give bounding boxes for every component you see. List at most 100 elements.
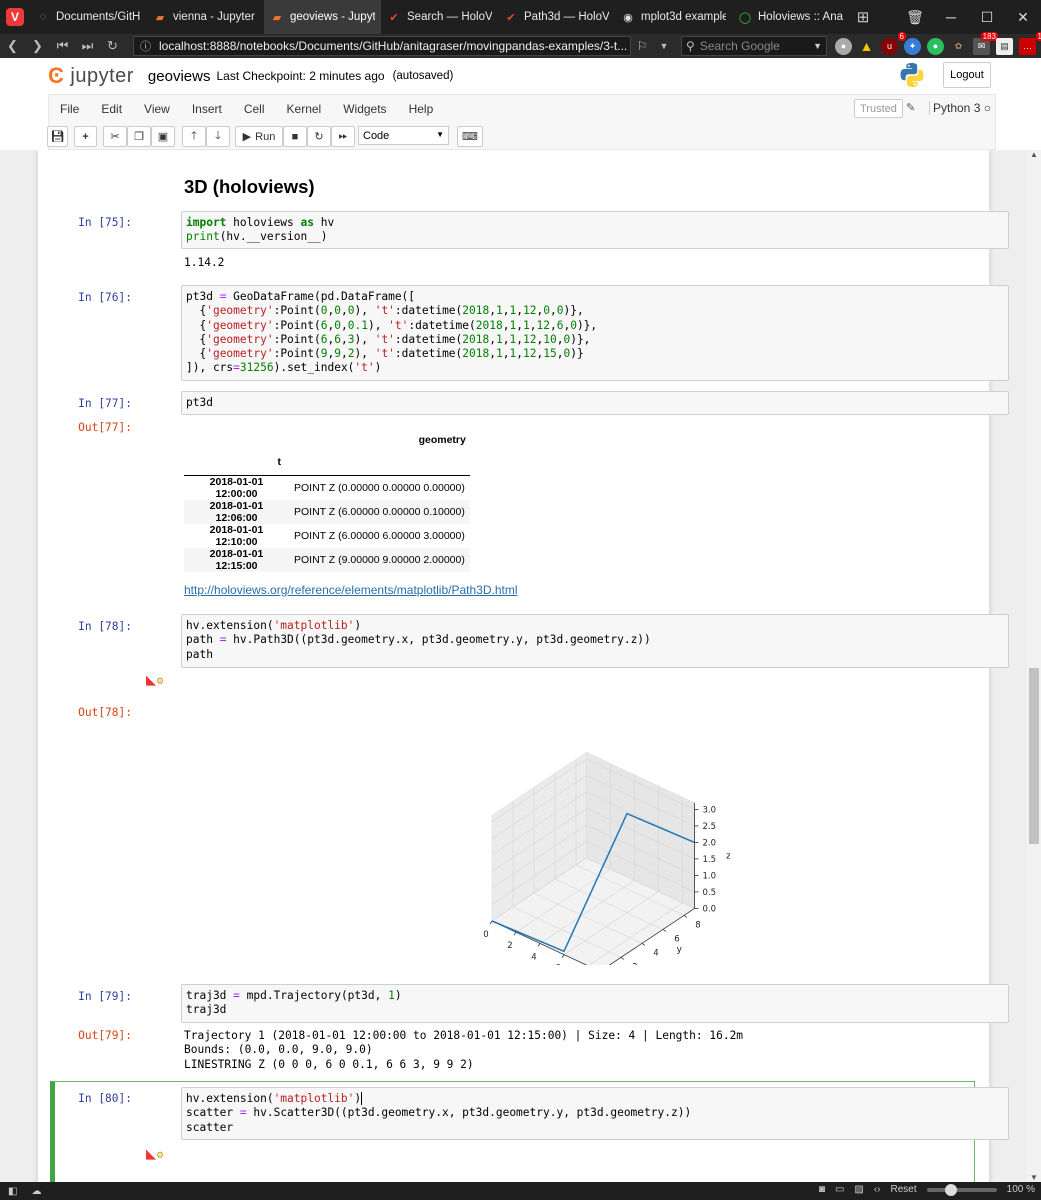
fast-forward-button[interactable]: ⏭ <box>75 38 100 54</box>
cut-button[interactable]: ✂ <box>103 126 127 147</box>
search-field[interactable]: ⚲ Search Google ▼ <box>681 36 827 56</box>
minimize-button[interactable]: ─ <box>933 9 969 25</box>
code-icon[interactable]: ‹› <box>874 1184 881 1195</box>
kernel-indicator[interactable]: Python 3 ○ <box>929 101 991 115</box>
browser-tab[interactable]: ◯Holoviews :: Anacon <box>732 0 849 34</box>
vertical-scrollbar[interactable]: ▲ ▼ <box>1027 150 1041 1182</box>
new-tab-button[interactable]: ⊞ <box>849 0 877 34</box>
table-row: 2018-01-01 12:10:00 POINT Z (6.00000 6.00… <box>209 523 465 548</box>
panel-toggle-icon[interactable]: ◧ <box>8 1186 17 1197</box>
matplotlib-icon: ◉ <box>623 11 633 24</box>
browser-status-bar: ◧ ☁ ◙ ▭ ▨ ‹› Reset 100 % <box>0 1182 1041 1200</box>
browser-tab[interactable]: ◌Documents/GitHub <box>30 0 147 34</box>
url-field[interactable]: ⓘ localhost:8888/notebooks/Documents/GitH… <box>133 36 631 56</box>
notebook-name[interactable]: geoviews <box>148 68 211 85</box>
browser-tab-active[interactable]: ▰geoviews - Jupyter <box>264 0 381 34</box>
move-up-button[interactable]: 🡑 <box>182 126 206 147</box>
menu-cell[interactable]: Cell <box>233 102 276 116</box>
paste-button[interactable]: ▣ <box>151 126 175 147</box>
code-cell-editing[interactable]: hv.extension('matplotlib') scatter = hv.… <box>181 1087 1009 1140</box>
scrollbar-thumb[interactable] <box>1029 668 1039 844</box>
extension-icon[interactable]: ✦ <box>904 37 921 55</box>
search-engine-dropdown-icon[interactable]: ▼ <box>813 41 822 51</box>
insert-cell-button[interactable]: + <box>74 126 97 147</box>
notification-icon[interactable]: … 1 <box>1019 31 1041 55</box>
move-down-button[interactable]: 🡓 <box>206 126 230 147</box>
back-button[interactable]: ❮ <box>0 38 25 54</box>
url-dropdown-icon[interactable]: ▼ <box>653 41 675 51</box>
code-cell[interactable]: pt3d = GeoDataFrame(pd.DataFrame([ {'geo… <box>181 285 1009 381</box>
pencil-icon[interactable]: ✎ <box>906 101 915 114</box>
scroll-down-icon[interactable]: ▼ <box>1027 1173 1041 1182</box>
zoom-slider[interactable] <box>926 1183 997 1196</box>
x-tick <box>561 954 565 958</box>
restart-run-all-button[interactable]: ⏩︎ <box>331 126 355 147</box>
vivaldi-menu-button[interactable]: V <box>0 0 30 34</box>
image-icon[interactable]: ▨ <box>854 1184 863 1195</box>
plus-icon: ⊞ <box>856 9 870 26</box>
holoviews-icon: ✔ <box>506 11 516 24</box>
save-button[interactable]: 💾︎ <box>47 126 68 147</box>
menu-widgets[interactable]: Widgets <box>332 102 397 116</box>
interrupt-button[interactable]: ■ <box>283 126 307 147</box>
rewind-button[interactable]: ⏮ <box>50 38 75 54</box>
warning-icon[interactable]: ▲ <box>858 38 875 55</box>
code-cell[interactable]: pt3d <box>181 391 1009 415</box>
z-tick-label: 2.5 <box>703 822 717 832</box>
info-icon: ⓘ <box>140 41 151 53</box>
document-icon[interactable]: ▤ <box>996 37 1013 55</box>
browser-tab[interactable]: ▰vienna - Jupyter No <box>147 0 264 34</box>
input-prompt: In [78]: <box>78 620 132 633</box>
camera-icon[interactable]: ◙ <box>819 1184 825 1195</box>
code-cell[interactable]: traj3d = mpd.Trajectory(pt3d, 1) traj3d <box>181 984 1009 1023</box>
x-tick <box>513 931 517 936</box>
logout-button[interactable]: Logout <box>943 62 991 88</box>
copy-button[interactable]: ❐ <box>127 126 151 147</box>
menu-help[interactable]: Help <box>398 102 445 116</box>
scissors-icon: ✂ <box>110 131 120 143</box>
maximize-button[interactable]: ☐ <box>969 9 1005 26</box>
run-button[interactable]: ▶ Run <box>235 126 283 147</box>
evernote-icon[interactable]: ● <box>927 37 944 55</box>
menu-edit[interactable]: Edit <box>90 102 133 116</box>
profile-icon[interactable]: ● <box>835 37 852 55</box>
bookmark-icon[interactable]: ⚐ <box>631 39 653 53</box>
close-window-button[interactable]: ✕ <box>1005 9 1041 26</box>
paste-icon: ▣ <box>157 131 169 143</box>
scroll-up-icon[interactable]: ▲ <box>1027 150 1041 159</box>
reload-button[interactable]: ↻ <box>100 38 125 54</box>
cell-type-select[interactable]: Code ▼ <box>358 126 449 145</box>
z-axis-label: z <box>726 852 730 862</box>
search-icon: ⚲ <box>686 39 695 53</box>
menu-insert[interactable]: Insert <box>181 102 233 116</box>
trusted-indicator[interactable]: Trusted <box>854 99 903 118</box>
menu-file[interactable]: File <box>49 102 90 116</box>
code-cell[interactable]: import holoviews as hv print(hv.__versio… <box>181 211 1009 249</box>
browser-tab[interactable]: ✔Path3d — HoloView <box>498 0 615 34</box>
ublock-icon[interactable]: u6 <box>881 31 906 55</box>
table-row: 2018-01-01 12:06:00 POINT Z (6.00000 0.00… <box>184 499 470 524</box>
menu-view[interactable]: View <box>133 102 181 116</box>
browser-tab[interactable]: ✔Search — HoloView <box>381 0 498 34</box>
x-tick-label: 0 <box>483 930 488 940</box>
section-heading: 3D (holoviews) <box>184 176 315 197</box>
jupyter-logo[interactable]: Ͼjupyter <box>48 63 134 89</box>
zoom-reset-button[interactable]: Reset <box>891 1184 917 1195</box>
code-cell[interactable]: hv.extension('matplotlib') path = hv.Pat… <box>181 614 1009 668</box>
cloud-sync-icon[interactable]: ☁ <box>31 1186 41 1197</box>
restart-icon: ↻ <box>314 131 324 143</box>
output-prompt: Out[78]: <box>78 706 132 719</box>
path3d-reference-link[interactable]: http://holoviews.org/reference/elements/… <box>184 583 518 597</box>
forward-button[interactable]: ❯ <box>25 38 50 54</box>
trash-icon[interactable]: 🗑 <box>897 9 933 26</box>
y-tick-label: 4 <box>653 948 658 958</box>
zoom-slider-knob[interactable] <box>944 1183 957 1196</box>
kernel-idle-icon: ○ <box>983 101 991 115</box>
command-palette-button[interactable]: ⌨ <box>457 126 483 147</box>
restart-button[interactable]: ↻ <box>307 126 331 147</box>
menu-kernel[interactable]: Kernel <box>276 102 333 116</box>
window-icon[interactable]: ▭ <box>835 1184 844 1195</box>
browser-tab[interactable]: ◉mplot3d example c <box>615 0 732 34</box>
mail-icon[interactable]: ✉ 183 <box>973 31 998 55</box>
extension-icon[interactable]: ✿ <box>950 38 967 55</box>
